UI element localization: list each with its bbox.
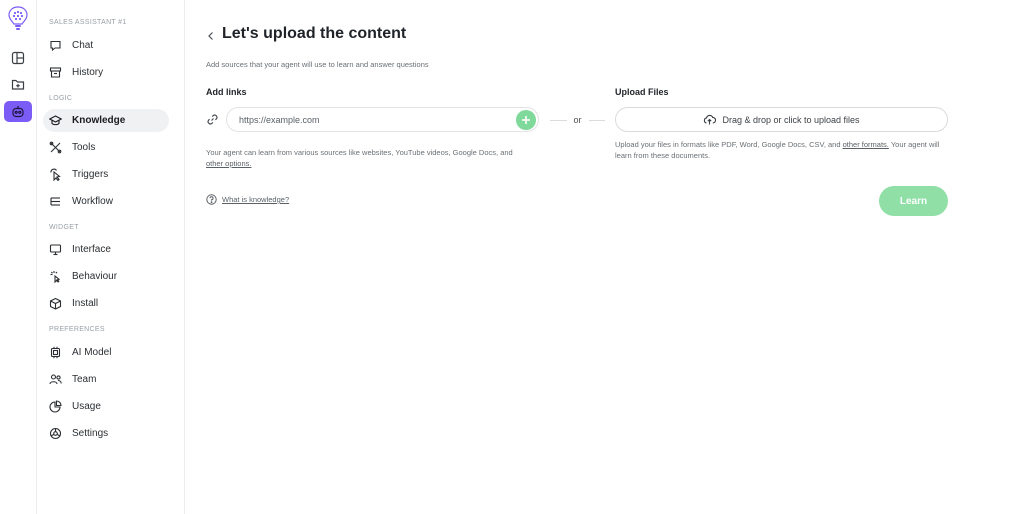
sidebar-item-label: Triggers — [72, 169, 109, 180]
sidebar-item-label: Knowledge — [72, 115, 126, 126]
sidebar-item-ai-model[interactable]: AI Model — [43, 341, 169, 364]
sidebar-item-label: Usage — [72, 401, 101, 412]
settings-icon — [49, 427, 62, 440]
chat-icon — [49, 39, 62, 52]
divider-line — [550, 119, 567, 121]
sidebar-item-label: Settings — [72, 428, 109, 439]
main-content: Let's upload the content Add sources tha… — [185, 0, 1024, 514]
dropzone-label: Drag & drop or click to upload files — [722, 114, 860, 125]
monitor-icon — [49, 243, 62, 256]
sidebar-item-interface[interactable]: Interface — [43, 238, 169, 261]
robot-icon — [12, 105, 24, 117]
sidebar-item-team[interactable]: Team — [43, 368, 169, 391]
section-label-widget: WIDGET — [49, 224, 79, 231]
what-is-knowledge-link[interactable]: What is knowledge? — [206, 194, 289, 205]
pointer-click-icon — [49, 168, 62, 181]
sidebar-item-workflow[interactable]: Workflow — [43, 190, 169, 213]
rail-layout-button[interactable] — [6, 47, 30, 69]
sparkle-click-icon — [49, 270, 62, 283]
what-is-knowledge-label: What is knowledge? — [222, 195, 290, 204]
back-chevron-icon[interactable] — [206, 29, 216, 43]
files-help-text: Upload your files in formats like PDF, W… — [615, 139, 945, 161]
lightbulb-logo-icon[interactable] — [8, 6, 28, 32]
users-icon — [49, 373, 62, 386]
sidebar-item-label: Install — [72, 298, 99, 309]
sidebar-item-tools[interactable]: Tools — [43, 136, 169, 159]
sidebar-item-usage[interactable]: Usage — [43, 395, 169, 418]
section-label-preferences: PREFERENCES — [49, 326, 105, 333]
sidebar-item-label: History — [72, 67, 104, 78]
plus-icon — [522, 116, 530, 124]
sidebar-item-label: Tools — [72, 142, 96, 153]
sidebar-item-settings[interactable]: Settings — [43, 422, 169, 445]
pie-chart-icon — [49, 400, 62, 413]
page-subtitle: Add sources that your agent will use to … — [206, 60, 429, 69]
sidebar-item-label: Workflow — [72, 196, 113, 207]
rail-new-folder-button[interactable] — [6, 73, 30, 95]
agent-name-label: SALES ASSISTANT #1 — [49, 19, 127, 26]
other-formats-link[interactable]: other formats. — [843, 140, 889, 149]
link-icon — [207, 114, 218, 125]
sidebar: SALES ASSISTANT #1 Chat History LOGIC Kn… — [37, 0, 185, 514]
page-title: Let's upload the content — [222, 25, 407, 42]
layout-icon — [11, 51, 25, 65]
learn-button[interactable]: Learn — [879, 186, 948, 216]
sidebar-item-install[interactable]: Install — [43, 292, 169, 315]
graduation-cap-icon — [49, 114, 62, 127]
sidebar-item-behaviour[interactable]: Behaviour — [43, 265, 169, 288]
sidebar-item-label: Behaviour — [72, 271, 118, 282]
links-help-text: Your agent can learn from various source… — [206, 147, 546, 169]
tools-icon — [49, 141, 62, 154]
sidebar-item-label: Team — [72, 374, 97, 385]
section-label-logic: LOGIC — [49, 95, 73, 102]
sidebar-item-label: AI Model — [72, 347, 112, 358]
sidebar-item-chat[interactable]: Chat — [43, 34, 169, 57]
cloud-upload-icon — [704, 114, 717, 125]
other-options-link[interactable]: other options. — [206, 159, 251, 168]
workflow-icon — [49, 195, 62, 208]
files-help-copy: Upload your files in formats like PDF, W… — [615, 140, 841, 149]
links-help-copy: Your agent can learn from various source… — [206, 148, 513, 157]
add-link-button[interactable] — [516, 110, 536, 130]
sidebar-item-triggers[interactable]: Triggers — [43, 163, 169, 186]
or-divider: or — [550, 114, 606, 126]
archive-icon — [49, 66, 62, 79]
upload-files-heading: Upload Files — [615, 87, 669, 97]
chip-icon — [49, 346, 62, 359]
sidebar-item-history[interactable]: History — [43, 61, 169, 84]
or-label: or — [573, 115, 582, 125]
url-input[interactable] — [226, 107, 539, 132]
rail-agent-button[interactable] — [4, 101, 32, 122]
icon-rail — [0, 0, 37, 514]
sidebar-item-knowledge[interactable]: Knowledge — [43, 109, 169, 132]
sidebar-item-label: Chat — [72, 40, 94, 51]
folder-plus-icon — [11, 79, 25, 90]
divider-line — [588, 119, 606, 121]
sidebar-item-label: Interface — [72, 244, 111, 255]
cube-icon — [49, 297, 62, 310]
add-links-heading: Add links — [206, 87, 247, 97]
help-circle-icon — [206, 194, 217, 205]
file-dropzone[interactable]: Drag & drop or click to upload files — [615, 107, 948, 132]
